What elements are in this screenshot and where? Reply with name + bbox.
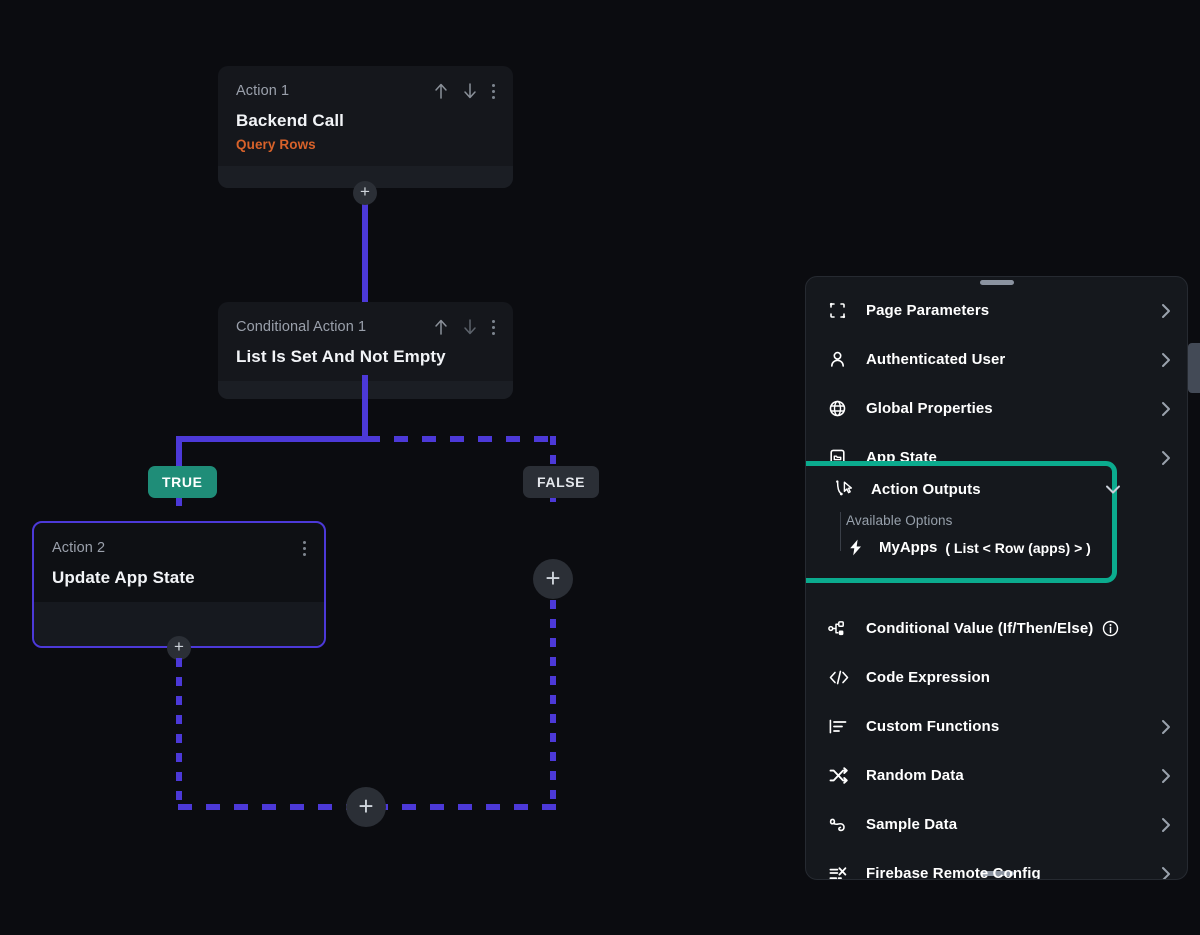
node-title: Backend Call [236, 111, 344, 130]
node-label: Action 1 [236, 83, 290, 99]
variable-source-panel[interactable]: Page Parameters Authenticated User Globa… [805, 276, 1188, 880]
action-outputs-body: Available Options MyApps ( List < Row (a… [811, 512, 1187, 557]
branch-badge-true: TRUE [148, 466, 217, 498]
node-subtitle: Query Rows [236, 137, 316, 152]
option-name: MyApps [879, 539, 938, 556]
menu-item-page-parameters[interactable]: Page Parameters [806, 286, 1187, 335]
chevron-right-icon[interactable] [1159, 448, 1173, 468]
wire-true-horizontal [176, 436, 368, 442]
panel-drag-handle-top[interactable] [979, 280, 1014, 285]
action-output-option-myapps[interactable]: MyApps ( List < Row (apps) > ) [846, 538, 1187, 557]
menu-item-global-properties[interactable]: Global Properties [806, 384, 1187, 433]
menu-item-label: Sample Data [866, 816, 958, 833]
action-outputs-icon [833, 479, 859, 499]
node-header: Action 1 [236, 82, 495, 100]
bolt-icon [846, 538, 865, 557]
custom-functions-icon [828, 717, 854, 736]
wire-action1-to-conditional [362, 193, 368, 311]
chevron-right-icon[interactable] [1159, 301, 1173, 321]
menu-item-random-data[interactable]: Random Data [806, 751, 1187, 800]
chevron-right-icon[interactable] [1159, 766, 1173, 786]
firebase-config-icon [828, 864, 854, 879]
page-parameters-icon [828, 301, 854, 320]
node-title: List Is Set And Not Empty [236, 347, 446, 366]
node-actions[interactable] [433, 318, 495, 336]
menu-item-label: Conditional Value (If/Then/Else) [866, 620, 1094, 637]
node-header: Action 2 [52, 539, 306, 557]
menu-item-label: Code Expression [866, 669, 991, 686]
code-icon [828, 668, 854, 687]
menu-item-sample-data[interactable]: Sample Data [806, 800, 1187, 849]
node-overflow-menu-icon[interactable] [302, 539, 306, 557]
menu-item-label: Random Data [866, 767, 964, 784]
menu-item-custom-functions[interactable]: Custom Functions [806, 702, 1187, 751]
menu-item-action-outputs[interactable]: Action Outputs [811, 466, 1187, 512]
node-body: Conditional Action 1 List Is Set And Not… [218, 302, 513, 381]
wire-false-branch-down [550, 600, 556, 805]
node-body: Action 1 Backend Call Query Rows [218, 66, 513, 166]
section-rule [840, 512, 841, 551]
chevron-right-icon[interactable] [1159, 864, 1173, 879]
menu-item-label: Page Parameters [866, 302, 990, 319]
chevron-right-icon[interactable] [1159, 350, 1173, 370]
menu-item-label: Firebase Remote Config [866, 865, 1041, 880]
shuffle-icon [828, 766, 854, 785]
menu-item-firebase-remote-config[interactable]: Firebase Remote Config [806, 849, 1187, 880]
branch-badge-false: FALSE [523, 466, 600, 498]
node-body: Action 2 Update App State [34, 523, 324, 602]
chevron-right-icon[interactable] [1159, 717, 1173, 737]
globe-icon [828, 399, 854, 418]
wire-true-branch-down [176, 658, 182, 805]
flow-node-action-1[interactable]: Action 1 Backend Call Query Rows [218, 66, 513, 188]
user-icon [828, 350, 854, 369]
option-type: ( List < Row (apps) > ) [945, 539, 1091, 556]
action-outputs-group[interactable]: Action Outputs Available Options MyApps … [811, 466, 1187, 578]
menu-item-label: Action Outputs [871, 480, 981, 498]
info-icon[interactable] [1102, 620, 1119, 637]
move-down-icon[interactable] [462, 318, 478, 336]
move-up-icon[interactable] [433, 318, 449, 336]
flow-node-action-2[interactable]: Action 2 Update App State [32, 521, 326, 648]
node-actions[interactable] [433, 82, 495, 100]
move-up-icon[interactable] [433, 82, 449, 100]
menu-item-label: Custom Functions [866, 718, 1000, 735]
node-overflow-menu-icon[interactable] [491, 318, 495, 336]
add-step-false-branch-button[interactable]: + [533, 559, 573, 599]
action-flow-canvas[interactable]: Action 1 Backend Call Query Rows + Condi… [0, 0, 800, 935]
wire-false-horizontal [366, 436, 556, 442]
menu-item-authenticated-user[interactable]: Authenticated User [806, 335, 1187, 384]
node-overflow-menu-icon[interactable] [491, 82, 495, 100]
sample-data-icon [828, 815, 854, 834]
chevron-down-icon[interactable] [1103, 482, 1187, 496]
node-header: Conditional Action 1 [236, 318, 495, 336]
conditional-value-icon [828, 619, 854, 638]
node-title: Update App State [52, 568, 195, 587]
panel-resize-handle[interactable] [1188, 343, 1200, 393]
move-down-icon[interactable] [462, 82, 478, 100]
menu-item-label: Authenticated User [866, 351, 1006, 368]
node-actions[interactable] [302, 539, 306, 557]
action-outputs-highlight: Action Outputs Available Options MyApps … [806, 461, 1120, 583]
menu-item-label: Global Properties [866, 400, 993, 417]
menu-item-code-expression[interactable]: Code Expression [806, 653, 1187, 702]
available-options-label: Available Options [846, 513, 953, 528]
add-step-after-action-2-button[interactable]: + [167, 636, 191, 660]
menu-item-conditional-value[interactable]: Conditional Value (If/Then/Else) [806, 604, 1187, 653]
node-label: Conditional Action 1 [236, 319, 367, 335]
chevron-right-icon[interactable] [1159, 399, 1173, 419]
chevron-right-icon[interactable] [1159, 815, 1173, 835]
add-step-after-action-1-button[interactable]: + [353, 181, 377, 205]
wire-conditional-stem [362, 375, 368, 442]
node-label: Action 2 [52, 540, 106, 556]
add-step-merge-button[interactable]: + [346, 787, 386, 827]
app-canvas-screen: Action 1 Backend Call Query Rows + Condi… [0, 0, 1200, 935]
